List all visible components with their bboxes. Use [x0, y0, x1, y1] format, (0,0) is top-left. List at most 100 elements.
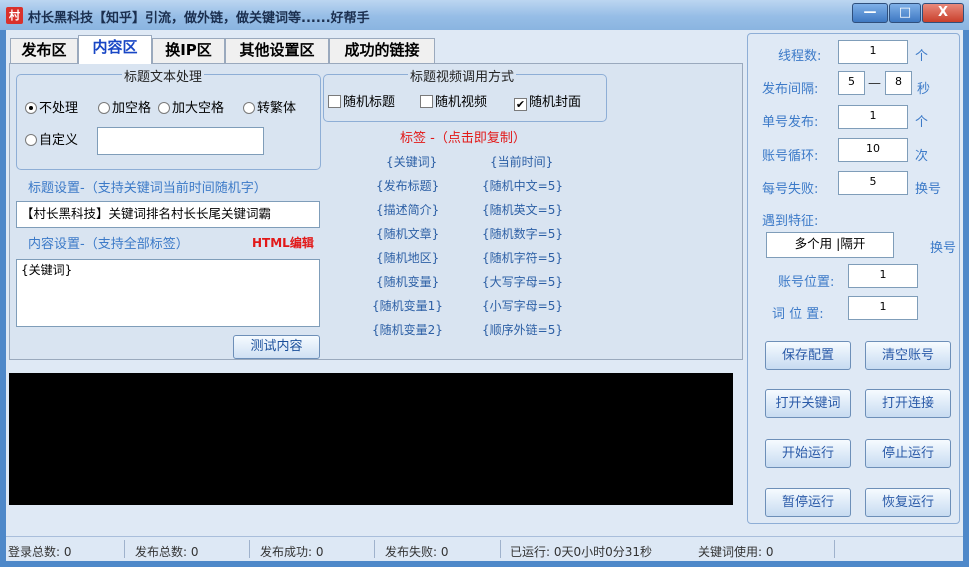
account-position-input[interactable]: 1 [848, 264, 918, 288]
interval-min-input[interactable]: 5 [838, 71, 865, 95]
checkbox-random-cover[interactable]: ✔ 随机封面 [514, 95, 581, 111]
tag-random-english[interactable]: {随机英文=5} [482, 201, 563, 218]
tab-change-ip[interactable]: 换IP区 [152, 38, 225, 63]
log-output[interactable] [9, 373, 733, 505]
app-icon: 村 [6, 7, 23, 24]
status-separator [834, 540, 835, 558]
tab-success-links[interactable]: 成功的链接 [329, 38, 435, 63]
tag-current-time[interactable]: {当前时间} [490, 153, 553, 170]
tag-random-article[interactable]: {随机文章} [376, 225, 439, 242]
status-separator [124, 540, 125, 558]
per-account-input[interactable]: 1 [838, 105, 908, 129]
radio-dot-icon [98, 102, 110, 114]
radio-add-space[interactable]: 加空格 [98, 101, 151, 117]
html-edit-link[interactable]: HTML编辑 [252, 234, 314, 251]
pause-button[interactable]: 暂停运行 [765, 488, 851, 517]
tag-sequential-link[interactable]: {顺序外链=5} [482, 321, 563, 338]
tab-content[interactable]: 内容区 [78, 35, 152, 64]
radio-traditional[interactable]: 转繁体 [243, 101, 296, 117]
title-settings-input[interactable]: 【村长黑科技】关键词排名村长长尾关键词霸 [16, 201, 320, 228]
tag-lowercase[interactable]: {小写字母=5} [482, 297, 563, 314]
tag-random-char[interactable]: {随机字符=5} [482, 249, 563, 266]
content-textarea[interactable]: {关键词} [16, 259, 320, 327]
open-keywords-button[interactable]: 打开关键词 [765, 389, 851, 418]
threads-unit: 个 [915, 49, 929, 64]
status-bar: 登录总数: 0 发布总数: 0 发布成功: 0 发布失败: 0 已运行: 0天0… [6, 536, 963, 561]
tag-random-region[interactable]: {随机地区} [376, 249, 439, 266]
fail-limit-input[interactable]: 5 [838, 171, 908, 195]
feature-label: 遇到特征: [762, 214, 819, 229]
radio-custom[interactable]: 自定义 [25, 133, 78, 149]
tag-description[interactable]: {描述简介} [376, 201, 439, 218]
test-content-button[interactable]: 测试内容 [233, 335, 320, 359]
status-separator [249, 540, 250, 558]
custom-process-input[interactable] [97, 127, 264, 155]
radio-dot-icon [158, 102, 170, 114]
minimize-button[interactable]: — [852, 3, 888, 23]
status-keyword-used: 关键词使用: 0 [698, 545, 774, 559]
tab-other-settings[interactable]: 其他设置区 [225, 38, 329, 63]
tab-publish[interactable]: 发布区 [10, 38, 78, 63]
status-run-time: 已运行: 0天0小时0分31秒 [510, 545, 653, 559]
video-mode-group-title: 标题视频调用方式 [408, 66, 517, 85]
tag-uppercase[interactable]: {大写字母=5} [482, 273, 563, 290]
checkmark-icon: ✔ [514, 98, 527, 111]
start-button[interactable]: 开始运行 [765, 439, 851, 468]
threads-input[interactable]: 1 [838, 40, 908, 64]
feature-unit: 换号 [930, 241, 957, 256]
status-login-total: 登录总数: 0 [8, 545, 72, 559]
radio-add-large-space[interactable]: 加大空格 [158, 101, 224, 117]
maximize-button[interactable]: □ [889, 3, 921, 23]
status-publish-total: 发布总数: 0 [135, 545, 199, 559]
tag-publish-title[interactable]: {发布标题} [376, 177, 439, 194]
tag-random-var1[interactable]: {随机变量1} [372, 297, 443, 314]
word-position-label: 词 位 置: [772, 307, 824, 322]
title-settings-label: 标题设置-（支持关键词当前时间随机字） [28, 181, 267, 196]
content-tab-panel: 标题文本处理 不处理 加空格 加大空格 转繁体 自定义 标题视频调用方式 随机标… [9, 63, 743, 360]
tag-keyword[interactable]: {关键词} [386, 153, 437, 170]
radio-dot-icon [243, 102, 255, 114]
tag-random-var[interactable]: {随机变量} [376, 273, 439, 290]
feature-input[interactable]: 多个用 |隔开 [766, 232, 894, 258]
account-position-label: 账号位置: [778, 275, 835, 290]
status-publish-success: 发布成功: 0 [260, 545, 324, 559]
interval-label: 发布间隔: [762, 82, 819, 97]
title-bar[interactable]: 村 村长黑科技【知乎】引流，做外链，做关键词等......好帮手 — □ X [0, 0, 969, 30]
radio-dot-icon [25, 134, 37, 146]
client-area: 发布区 内容区 换IP区 其他设置区 成功的链接 标题文本处理 不处理 加空格 … [6, 30, 963, 561]
tags-header: 标签 -（点击即复制） [400, 131, 526, 146]
status-publish-fail: 发布失败: 0 [385, 545, 449, 559]
close-button[interactable]: X [922, 3, 964, 23]
app-window: 村 村长黑科技【知乎】引流，做外链，做关键词等......好帮手 — □ X 发… [0, 0, 969, 567]
status-separator [500, 540, 501, 558]
tag-random-chinese[interactable]: {随机中文=5} [482, 177, 563, 194]
radio-dot-icon [25, 102, 37, 114]
stop-button[interactable]: 停止运行 [865, 439, 951, 468]
window-title: 村长黑科技【知乎】引流，做外链，做关键词等......好帮手 [28, 11, 370, 26]
resume-button[interactable]: 恢复运行 [865, 488, 951, 517]
interval-max-input[interactable]: 8 [885, 71, 912, 95]
clear-accounts-button[interactable]: 清空账号 [865, 341, 951, 370]
tag-random-var2[interactable]: {随机变量2} [372, 321, 443, 338]
video-mode-group: 标题视频调用方式 随机标题 随机视频 ✔ 随机封面 [323, 66, 607, 122]
interval-unit: 秒 [917, 82, 931, 97]
title-processing-group: 标题文本处理 不处理 加空格 加大空格 转繁体 自定义 [16, 66, 321, 170]
fail-limit-label: 每号失败: [762, 182, 819, 197]
tag-random-number[interactable]: {随机数字=5} [482, 225, 563, 242]
checkbox-icon [420, 95, 433, 108]
title-processing-group-title: 标题文本处理 [122, 66, 205, 85]
fail-limit-unit: 换号 [915, 182, 942, 197]
account-loop-input[interactable]: 10 [838, 138, 908, 162]
save-config-button[interactable]: 保存配置 [765, 341, 851, 370]
radio-no-process[interactable]: 不处理 [25, 101, 78, 117]
threads-label: 线程数: [778, 49, 822, 64]
content-settings-label: 内容设置-（支持全部标签） [28, 237, 189, 252]
status-separator [374, 540, 375, 558]
checkbox-random-video[interactable]: 随机视频 [420, 95, 487, 111]
per-account-label: 单号发布: [762, 115, 819, 130]
checkbox-random-title[interactable]: 随机标题 [328, 95, 395, 111]
settings-panel: 线程数: 1 个 发布间隔: 5 — 8 秒 单号发布: 1 个 账号循环: 1… [747, 33, 960, 524]
word-position-input[interactable]: 1 [848, 296, 918, 320]
open-links-button[interactable]: 打开连接 [865, 389, 951, 418]
checkbox-icon [328, 95, 341, 108]
